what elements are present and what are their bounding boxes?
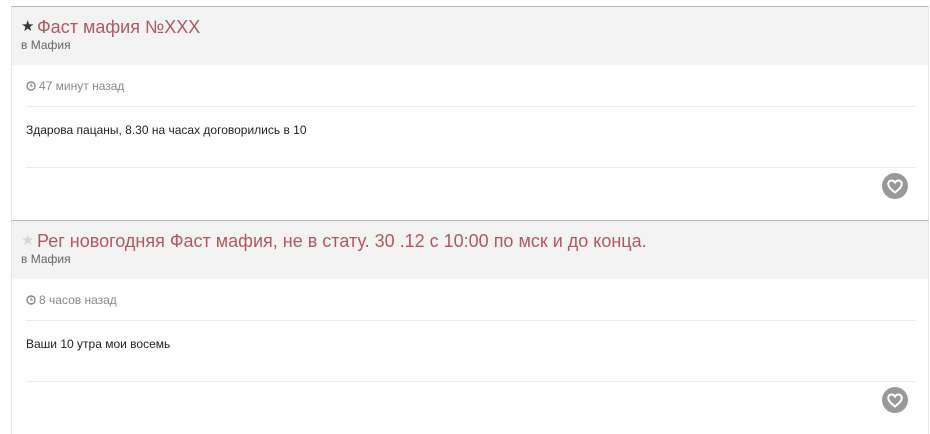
post-category: в Мафия (21, 252, 71, 266)
post-header: ★ Фаст мафия №XXX в Мафия (12, 7, 928, 65)
post-card: ★ Фаст мафия №XXX в Мафия 47 минут назад… (11, 6, 929, 220)
post-title-link[interactable]: Фаст мафия №XXX (37, 17, 200, 37)
post-category: в Мафия (21, 38, 71, 52)
post-header: ★ Рег новогодняя Фаст мафия, не в стату.… (12, 221, 928, 279)
heart-icon[interactable] (882, 387, 908, 413)
post-time: 47 минут назад (39, 78, 125, 93)
post-actions (26, 168, 916, 220)
post-title-link[interactable]: Рег новогодняя Фаст мафия, не в стату. 3… (37, 231, 647, 251)
post-card: ★ Рег новогодняя Фаст мафия, не в стату.… (11, 220, 929, 434)
post-meta: 8 часов назад (26, 279, 916, 321)
star-outline-icon[interactable]: ★ (21, 231, 36, 251)
post-feed: ★ Фаст мафия №XXX в Мафия 47 минут назад… (11, 6, 929, 434)
clock-icon (26, 80, 36, 91)
post-content: Ваши 10 утра мои восемь (26, 321, 916, 382)
post-meta: 47 минут назад (26, 65, 916, 107)
heart-icon[interactable] (882, 173, 908, 199)
post-content: Здарова пацаны, 8.30 на часах договорили… (26, 107, 916, 168)
star-filled-icon[interactable]: ★ (21, 17, 36, 37)
clock-icon (26, 294, 36, 305)
post-time: 8 часов назад (39, 292, 117, 307)
post-actions (26, 382, 916, 434)
